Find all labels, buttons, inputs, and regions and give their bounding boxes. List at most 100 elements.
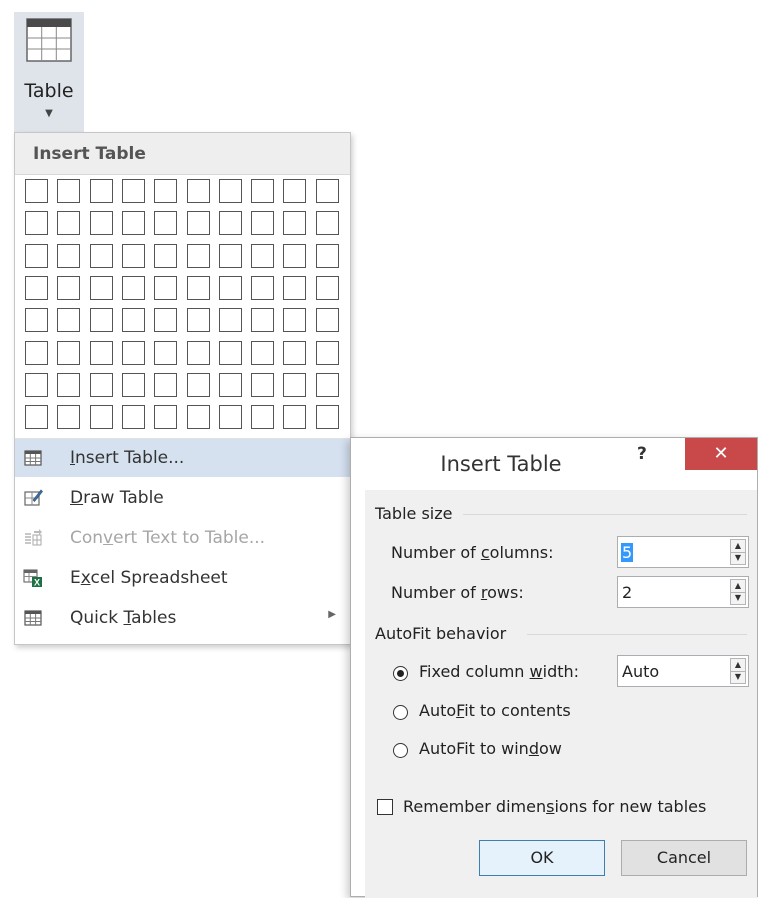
grid-cell[interactable] — [315, 275, 339, 300]
grid-cell[interactable] — [251, 179, 275, 203]
grid-cell[interactable] — [57, 405, 81, 430]
grid-cell[interactable] — [186, 405, 210, 430]
grid-cell[interactable] — [121, 340, 145, 365]
grid-cell[interactable] — [154, 243, 178, 268]
menu-item-insert-table[interactable]: Insert Table... — [15, 439, 350, 477]
grid-cell[interactable] — [57, 308, 81, 333]
grid-cell[interactable] — [218, 405, 242, 430]
menu-item-quick-tables[interactable]: Quick Tables ▶ — [15, 599, 350, 637]
grid-cell[interactable] — [89, 275, 113, 300]
grid-cell[interactable] — [218, 308, 242, 333]
rows-spin-buttons[interactable]: ▲ ▼ — [730, 579, 746, 605]
grid-cell[interactable] — [283, 372, 307, 397]
grid-cell[interactable] — [186, 372, 210, 397]
grid-cell[interactable] — [251, 275, 275, 300]
table-size-grid[interactable] — [25, 179, 345, 435]
grid-cell[interactable] — [315, 340, 339, 365]
grid-cell[interactable] — [57, 243, 81, 268]
grid-cell[interactable] — [186, 340, 210, 365]
grid-cell[interactable] — [218, 275, 242, 300]
grid-cell[interactable] — [25, 179, 48, 203]
grid-cell[interactable] — [218, 211, 242, 236]
grid-cell[interactable] — [251, 340, 275, 365]
grid-cell[interactable] — [154, 340, 178, 365]
rows-stepper[interactable]: 2 ▲ ▼ — [617, 576, 749, 608]
grid-cell[interactable] — [283, 340, 307, 365]
grid-cell[interactable] — [121, 308, 145, 333]
menu-item-excel-spreadsheet[interactable]: X Excel Spreadsheet — [15, 559, 350, 597]
grid-cell[interactable] — [315, 179, 339, 203]
grid-cell[interactable] — [89, 243, 113, 268]
grid-cell[interactable] — [121, 405, 145, 430]
fixed-width-stepper[interactable]: Auto ▲ ▼ — [617, 655, 749, 687]
grid-cell[interactable] — [57, 340, 81, 365]
spin-down-icon[interactable]: ▼ — [731, 671, 745, 683]
grid-cell[interactable] — [154, 179, 178, 203]
grid-cell[interactable] — [57, 275, 81, 300]
grid-cell[interactable] — [218, 340, 242, 365]
grid-cell[interactable] — [283, 243, 307, 268]
grid-cell[interactable] — [218, 179, 242, 203]
grid-cell[interactable] — [218, 372, 242, 397]
help-button[interactable]: ? — [637, 444, 647, 464]
grid-cell[interactable] — [57, 211, 81, 236]
remember-dimensions-label[interactable]: Remember dimensions for new tables — [403, 797, 706, 816]
grid-cell[interactable] — [89, 372, 113, 397]
grid-cell[interactable] — [283, 179, 307, 203]
grid-cell[interactable] — [121, 372, 145, 397]
grid-cell[interactable] — [89, 308, 113, 333]
grid-cell[interactable] — [25, 275, 48, 300]
grid-cell[interactable] — [25, 243, 48, 268]
spin-down-icon[interactable]: ▼ — [731, 592, 745, 604]
grid-cell[interactable] — [315, 405, 339, 430]
grid-cell[interactable] — [186, 211, 210, 236]
grid-cell[interactable] — [315, 372, 339, 397]
grid-cell[interactable] — [25, 308, 48, 333]
grid-cell[interactable] — [89, 179, 113, 203]
grid-cell[interactable] — [186, 275, 210, 300]
grid-cell[interactable] — [218, 243, 242, 268]
grid-cell[interactable] — [251, 405, 275, 430]
grid-cell[interactable] — [154, 275, 178, 300]
grid-cell[interactable] — [154, 308, 178, 333]
grid-cell[interactable] — [186, 308, 210, 333]
grid-cell[interactable] — [121, 275, 145, 300]
grid-cell[interactable] — [154, 405, 178, 430]
autofit-contents-radio[interactable] — [393, 705, 408, 720]
menu-item-draw-table[interactable]: Draw Table — [15, 479, 350, 517]
grid-cell[interactable] — [283, 211, 307, 236]
grid-cell[interactable] — [25, 340, 48, 365]
grid-cell[interactable] — [57, 372, 81, 397]
grid-cell[interactable] — [283, 275, 307, 300]
fixed-width-spin-buttons[interactable]: ▲ ▼ — [730, 658, 746, 684]
grid-cell[interactable] — [251, 211, 275, 236]
ok-button[interactable]: OK — [479, 840, 605, 876]
columns-stepper[interactable]: 5 ▲ ▼ — [617, 536, 749, 568]
grid-cell[interactable] — [89, 340, 113, 365]
autofit-contents-label[interactable]: AutoFit to contents — [419, 701, 571, 720]
grid-cell[interactable] — [154, 372, 178, 397]
grid-cell[interactable] — [186, 179, 210, 203]
grid-cell[interactable] — [25, 405, 48, 430]
grid-cell[interactable] — [121, 243, 145, 268]
grid-cell[interactable] — [89, 405, 113, 430]
grid-cell[interactable] — [315, 308, 339, 333]
columns-spin-buttons[interactable]: ▲ ▼ — [730, 539, 746, 565]
spin-down-icon[interactable]: ▼ — [731, 552, 745, 564]
grid-cell[interactable] — [251, 243, 275, 268]
grid-cell[interactable] — [121, 211, 145, 236]
grid-cell[interactable] — [315, 211, 339, 236]
close-button[interactable]: ✕ — [685, 438, 757, 470]
grid-cell[interactable] — [283, 308, 307, 333]
grid-cell[interactable] — [89, 211, 113, 236]
table-ribbon-button[interactable]: Table ▼ — [14, 12, 84, 134]
grid-cell[interactable] — [186, 243, 210, 268]
autofit-window-label[interactable]: AutoFit to window — [419, 739, 562, 758]
autofit-window-radio[interactable] — [393, 743, 408, 758]
remember-dimensions-checkbox[interactable] — [377, 799, 393, 815]
grid-cell[interactable] — [25, 372, 48, 397]
grid-cell[interactable] — [251, 372, 275, 397]
fixed-width-label[interactable]: Fixed column width: — [419, 662, 579, 681]
grid-cell[interactable] — [283, 405, 307, 430]
grid-cell[interactable] — [57, 179, 81, 203]
